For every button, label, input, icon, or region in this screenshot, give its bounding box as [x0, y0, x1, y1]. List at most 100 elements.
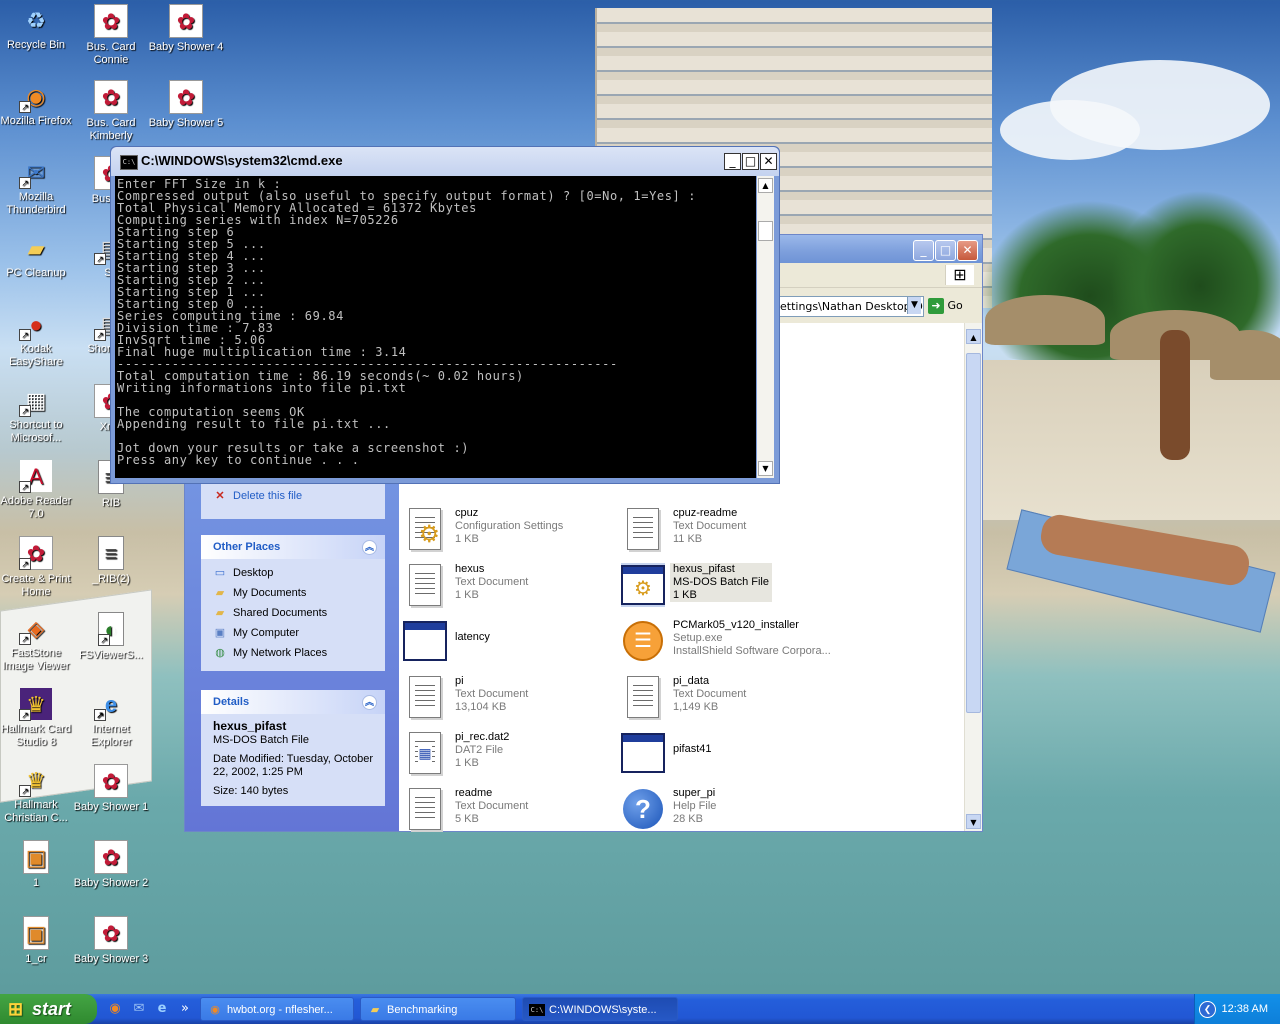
place-label: My Computer: [233, 627, 300, 639]
rose-card-icon: ✿: [94, 80, 128, 114]
file-type: Text Document: [455, 576, 529, 588]
scroll-thumb[interactable]: [966, 353, 981, 713]
application-icon: [621, 731, 665, 775]
file-item-hexus[interactable]: hexus Text Document 1 KB: [403, 561, 613, 611]
place-label: My Documents: [233, 587, 307, 599]
cmd-icon: C:\: [120, 155, 138, 170]
place-my-network-places[interactable]: ◍ My Network Places: [201, 643, 385, 663]
minimize-button[interactable]: _: [724, 153, 741, 170]
desktop-icon-bus-card-kimberly[interactable]: ✿ Bus. Card Kimberly: [73, 80, 149, 143]
file-size: 1,149 KB: [673, 701, 719, 713]
thunderbird-icon[interactable]: ✉: [130, 1000, 148, 1018]
maximize-button[interactable]: □: [742, 153, 759, 170]
scroll-thumb[interactable]: [758, 221, 773, 241]
file-item-super-pi[interactable]: ? super_pi Help File 28 KB: [621, 785, 831, 835]
rose-card-icon: ✿: [19, 536, 53, 570]
file-item-readme[interactable]: readme Text Document 5 KB: [403, 785, 613, 835]
delete-x-icon: ✕: [215, 490, 225, 502]
desktop-icon-label: Baby Shower 3: [73, 953, 149, 965]
taskbar: start ◉ ✉ e » ◉ hwbot.org - nflesher... …: [0, 994, 1280, 1024]
address-input[interactable]: ettings\Nathan Desktop\D: [777, 296, 924, 317]
my-documents-icon: ▰: [215, 587, 225, 599]
desktop-icon-pc-cleanup[interactable]: ▰ PC Cleanup: [0, 232, 74, 280]
desktop-icon-rib-2[interactable]: ≡ _RIB(2): [73, 536, 149, 586]
scroll-up-arrow-icon[interactable]: ▲: [966, 329, 981, 344]
file-item-pifast41[interactable]: pifast41: [621, 729, 831, 779]
desktop-icon-hallmark-card-studio[interactable]: ♛ Hallmark Card Studio 8: [0, 688, 74, 749]
desktop-icon-baby-shower-2[interactable]: ✿ Baby Shower 2: [73, 840, 149, 890]
file-item-cpuz[interactable]: ⚙ cpuz Configuration Settings 1 KB: [403, 505, 613, 555]
task-button-benchmarking[interactable]: ▰ Benchmarking: [360, 997, 516, 1021]
collapse-chevron-icon[interactable]: ︽: [362, 695, 377, 710]
task-button-hwbot[interactable]: ◉ hwbot.org - nflesher...: [200, 997, 354, 1021]
firefox-icon[interactable]: ◉: [106, 1000, 124, 1018]
clock[interactable]: 12:38 AM: [1222, 1003, 1268, 1015]
console-output[interactable]: Enter FFT Size in k : Compressed output …: [115, 176, 756, 478]
place-my-computer[interactable]: ▣ My Computer: [201, 623, 385, 643]
text-document-icon: [403, 675, 447, 719]
collapse-chevron-icon[interactable]: ︽: [362, 540, 377, 555]
desktop-icon-create-print[interactable]: ✿ Create & Print Home: [0, 536, 74, 599]
file-item-latency[interactable]: latency: [403, 617, 613, 667]
go-label: Go: [947, 299, 963, 312]
desktop-icon-baby-shower-3[interactable]: ✿ Baby Shower 3: [73, 916, 149, 966]
show-hidden-icons-button[interactable]: ❮: [1199, 1001, 1216, 1018]
explorer-vertical-scrollbar[interactable]: ▲ ▼: [964, 323, 982, 831]
shared-documents-icon: ▰: [215, 607, 225, 619]
desktop-icon-adobe-reader[interactable]: A Adobe Reader 7.0: [0, 460, 74, 521]
internet-explorer-icon: e: [94, 688, 127, 721]
desktop-icon-1[interactable]: ▣ 1: [0, 840, 74, 890]
desktop-icon-firefox[interactable]: ◉ Mozilla Firefox: [0, 80, 74, 128]
desktop-icon-recycle-bin[interactable]: ♻ Recycle Bin: [0, 4, 74, 52]
rose-card-icon: ✿: [169, 4, 203, 38]
application-icon: [403, 619, 447, 663]
maximize-button[interactable]: □: [935, 240, 956, 261]
other-places-header[interactable]: Other Places ︽: [201, 535, 385, 559]
details-header[interactable]: Details ︽: [201, 690, 385, 714]
task-button-cmd[interactable]: C:\ C:\WINDOWS\syste...: [522, 997, 678, 1021]
scroll-up-arrow-icon[interactable]: ▲: [758, 178, 773, 193]
start-button[interactable]: start: [0, 994, 97, 1024]
file-item-pi-data[interactable]: pi_data Text Document 1,149 KB: [621, 673, 831, 723]
cmd-window[interactable]: C:\ C:\WINDOWS\system32\cmd.exe _ □ ✕ En…: [110, 146, 780, 484]
desktop-icon-kodak[interactable]: ● Kodak EasyShare: [0, 308, 74, 369]
chevron-down-icon[interactable]: ▼: [907, 297, 921, 314]
desktop-icon-fsviewer[interactable]: ◐ FSViewerS...: [73, 612, 149, 662]
details-panel: Details ︽ hexus_pifast MS-DOS Batch File…: [201, 690, 385, 806]
close-button[interactable]: ✕: [957, 240, 978, 261]
desktop-icon-label: _RIB(2): [92, 573, 130, 585]
desktop-icon-thunderbird[interactable]: ✉ Mozilla Thunderbird: [0, 156, 74, 217]
file-item-cpuz-readme[interactable]: cpuz-readme Text Document 11 KB: [621, 505, 831, 555]
desktop-icon-label: Hallmark Card Studio 8: [0, 723, 72, 748]
cmd-vertical-scrollbar[interactable]: ▲ ▼: [757, 176, 774, 478]
scroll-down-arrow-icon[interactable]: ▼: [758, 461, 773, 476]
scroll-down-arrow-icon[interactable]: ▼: [966, 814, 981, 829]
desktop-icon-1-cr[interactable]: ▣ 1_cr: [0, 916, 74, 966]
place-shared-documents[interactable]: ▰ Shared Documents: [201, 603, 385, 623]
folder-icon: ▰: [370, 1004, 380, 1016]
desktop-icon-baby-shower-4[interactable]: ✿ Baby Shower 4: [148, 4, 224, 54]
close-button[interactable]: ✕: [760, 153, 777, 170]
go-button[interactable]: ➜ Go: [928, 296, 963, 316]
file-item-hexus-pifast[interactable]: ⚙ hexus_pifast MS-DOS Batch File 1 KB: [621, 561, 831, 611]
file-size: 1 KB: [673, 589, 697, 601]
cmd-title-bar[interactable]: C:\ C:\WINDOWS\system32\cmd.exe _ □ ✕: [111, 147, 779, 176]
desktop-icon-internet-explorer[interactable]: e Internet Explorer: [73, 688, 149, 749]
place-desktop[interactable]: ▭ Desktop: [201, 563, 385, 583]
dat-file-icon: ▦: [403, 731, 447, 775]
file-name: cpuz-readme: [673, 507, 738, 519]
desktop-icon-baby-shower-5[interactable]: ✿ Baby Shower 5: [148, 80, 224, 130]
desktop-icon-baby-shower-1[interactable]: ✿ Baby Shower 1: [73, 764, 149, 814]
quick-launch-more-button[interactable]: »: [176, 1000, 194, 1018]
desktop-icon-hallmark-christian[interactable]: ♛ Hallmark Christian C...: [0, 764, 74, 825]
go-arrow-icon: ➜: [928, 298, 944, 314]
place-my-documents[interactable]: ▰ My Documents: [201, 583, 385, 603]
minimize-button[interactable]: _: [913, 240, 934, 261]
desktop-icon-bus-card-connie[interactable]: ✿ Bus. Card Connie: [73, 4, 149, 67]
file-item-pi[interactable]: pi Text Document 13,104 KB: [403, 673, 613, 723]
file-item-pi-rec-dat2[interactable]: ▦ pi_rec.dat2 DAT2 File 1 KB: [403, 729, 613, 779]
desktop-icon-shortcut-microsoft[interactable]: ▦ Shortcut to Microsof...: [0, 384, 74, 445]
internet-explorer-icon[interactable]: e: [153, 1000, 171, 1018]
desktop-icon-faststone[interactable]: ◈ FastStone Image Viewer: [0, 612, 74, 673]
file-item-pcmark05-installer[interactable]: ☰ PCMark05_v120_installer Setup.exe Instal…: [621, 617, 831, 667]
